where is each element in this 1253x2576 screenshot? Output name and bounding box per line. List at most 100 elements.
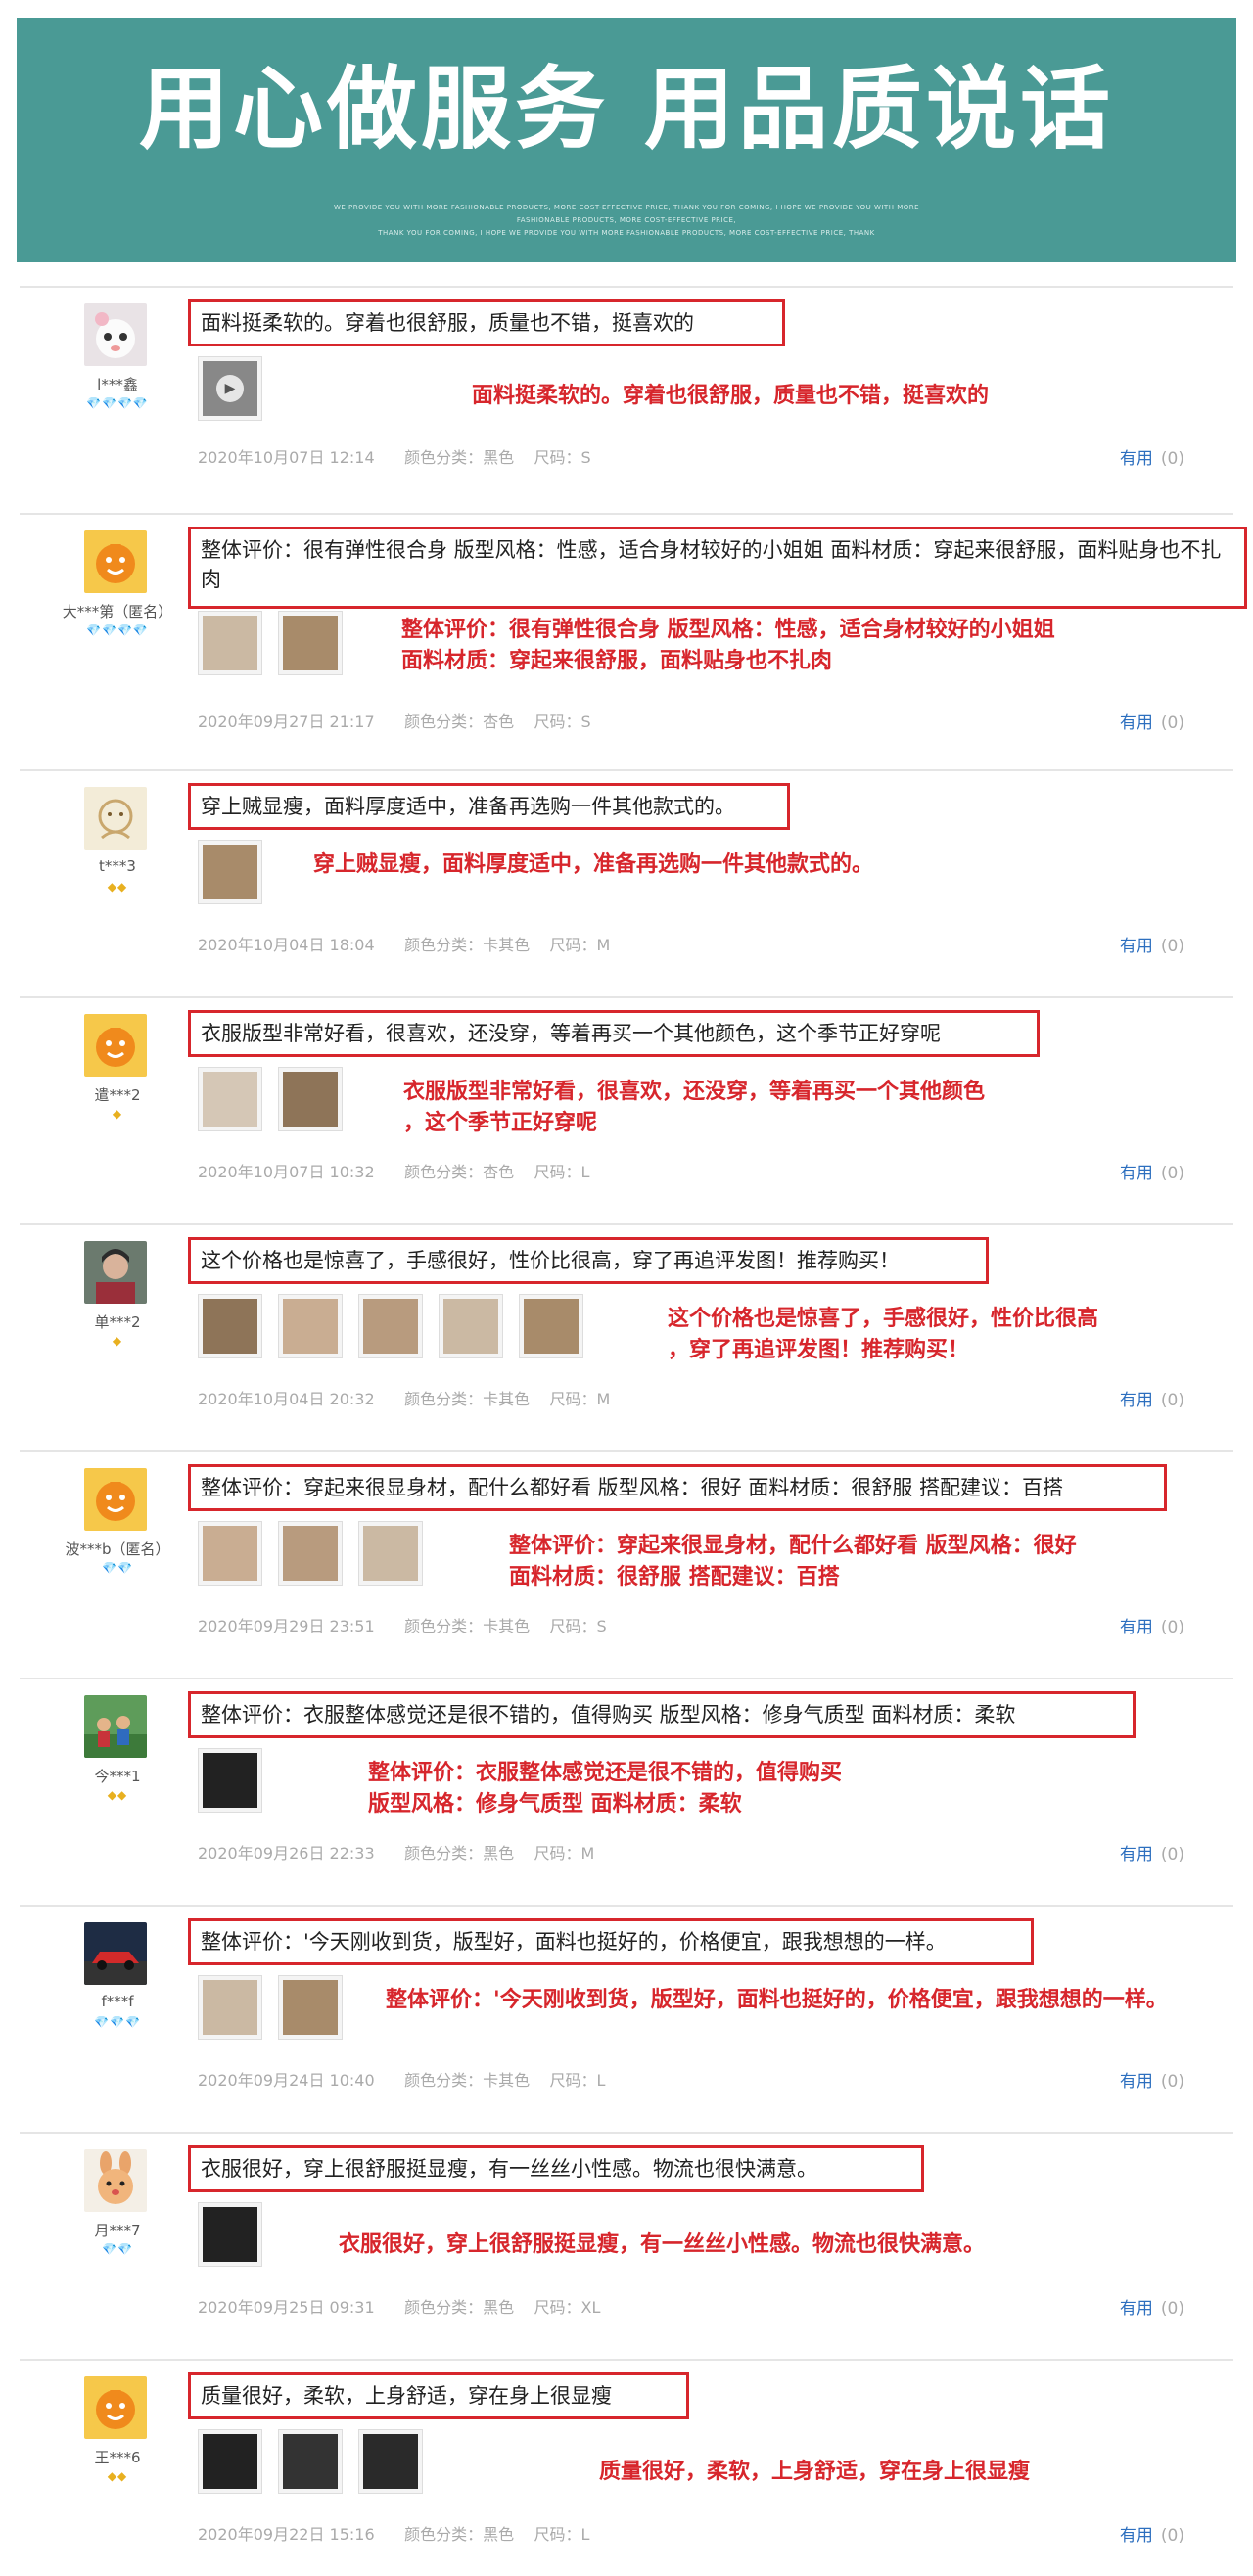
review-photo-thumbnail[interactable] [278,1521,343,1586]
review-meta: 2020年09月27日 21:17 颜色分类：杏色 尺码：S [198,709,591,732]
color-label: 颜色分类： [404,1617,484,1635]
color-label: 颜色分类： [404,713,484,731]
banner-subtitle: WE PROVIDE YOU WITH MORE FASHIONABLE PRO… [17,202,1236,240]
username: 王***6 [94,2449,141,2466]
size-label: 尺码： [549,936,597,954]
review-photo-thumbnail[interactable] [358,1521,423,1586]
review-photo-thumbnail[interactable] [358,2429,423,2494]
username: l***鑫 [97,376,138,393]
review-photo-thumbnail[interactable] [198,611,262,675]
size-label: 尺码： [534,2525,581,2544]
avatar[interactable] [84,1468,147,1531]
review-photo-thumbnail[interactable] [278,1067,343,1131]
useful-count: (0) [1160,713,1184,733]
useful-count: (0) [1160,449,1184,469]
highlight-annotation: 整体评价：'今天刚收到货，版型好，面料也挺好的，价格便宜，跟我想想的一样。 [386,1988,1168,2012]
review-photo-thumbnail[interactable] [198,840,262,904]
review-photos [198,1067,343,1131]
review-photo-thumbnail[interactable] [198,1975,262,2040]
review-date: 2020年09月24日 10:40 [198,2071,375,2090]
review-photo-thumbnail[interactable] [198,2429,262,2494]
highlight-annotation: 质量很好，柔软，上身舒适，穿在身上很显瘦 [599,2460,1031,2484]
useful-button[interactable]: 有用 (0) [1120,2521,1184,2546]
level-badges: 💎💎💎💎 [86,396,149,410]
review-photo-thumbnail[interactable] [198,2202,262,2267]
level-badges: ◆◆ [107,1788,128,1802]
review-photo-thumbnail[interactable] [519,1294,583,1358]
level-badges: 💎💎💎💎 [86,623,149,637]
avatar[interactable] [84,1241,147,1304]
review-photo-thumbnail[interactable] [278,611,343,675]
review-item: 王***6 ◆◆ 质量很好，柔软，上身舒适，穿在身上很显瘦 质量很好，柔软，上身舒适，… [20,2359,1233,2576]
level-badges: ◆◆ [107,880,128,894]
review-photo-thumbnail[interactable] [278,1975,343,2040]
useful-button[interactable]: 有用 (0) [1120,2067,1184,2092]
avatar[interactable] [84,1695,147,1758]
review-comment: 衣服很好，穿上很舒服挺显瘦，有一丝丝小性感。物流也很快满意。 [188,2145,924,2192]
avatar[interactable] [84,303,147,366]
useful-count: (0) [1160,2299,1184,2319]
review-date: 2020年10月04日 20:32 [198,1390,375,1408]
avatar[interactable] [84,1014,147,1077]
highlight-annotation: 穿上贼显瘦，面料厚度适中，准备再选购一件其他款式的。 [313,852,874,877]
color-value: 黑色 [483,448,515,467]
review-photo-thumbnail[interactable] [358,1294,423,1358]
useful-button[interactable]: 有用 (0) [1120,1613,1184,1637]
useful-button[interactable]: 有用 (0) [1120,444,1184,469]
avatar[interactable] [84,2376,147,2439]
avatar[interactable] [84,787,147,850]
useful-label: 有用 [1119,1391,1153,1410]
review-item: 月***7 💎💎 衣服很好，穿上很舒服挺显瘦，有一丝丝小性感。物流也很快满意。 衣服很… [20,2132,1233,2361]
highlight-annotation: 这个价格也是惊喜了，手感很好，性价比很高 ，穿了再追评发图！推荐购买！ [668,1307,1099,1362]
size-value: M [596,936,611,954]
useful-count: (0) [1160,1845,1184,1864]
review-item: 大***第（匿名） 💎💎💎💎 整体评价：很有弹性很合身 版型风格：性感，适合身材较好… [20,513,1247,771]
review-meta: 2020年09月24日 10:40 颜色分类：卡其色 尺码：L [198,2067,605,2091]
review-video-thumbnail[interactable]: ▶ [198,356,262,421]
review-photo-thumbnail[interactable] [198,1067,262,1131]
avatar[interactable] [84,530,147,593]
size-label: 尺码： [534,448,581,467]
review-meta: 2020年10月07日 12:14 颜色分类：黑色 尺码：S [198,444,591,468]
review-photo-thumbnail[interactable] [278,2429,343,2494]
review-item: 今***1 ◆◆ 整体评价：衣服整体感觉还是很不错的，值得购买 版型风格：修身气质型… [20,1678,1233,1907]
level-badges: ◆ [112,1334,123,1348]
useful-label: 有用 [1119,1618,1153,1637]
header-banner: 用心做服务 用品质说话 WE PROVIDE YOU WITH MORE FAS… [17,18,1236,262]
review-item: 波***b（匿名） 💎💎 整体评价：穿起来很显身材，配什么都好看 版型风格：很好 面… [20,1450,1233,1679]
username: f***f [101,1993,134,2010]
color-label: 颜色分类： [404,2071,484,2090]
review-comment: 整体评价：'今天刚收到货，版型好，面料也挺好的，价格便宜，跟我想想的一样。 [188,1918,1034,1965]
useful-button[interactable]: 有用 (0) [1120,1159,1184,1183]
color-label: 颜色分类： [404,448,484,467]
avatar[interactable] [84,2149,147,2212]
review-comment: 整体评价：很有弹性很合身 版型风格：性感，适合身材较好的小姐姐 面料材质：穿起来… [188,527,1247,609]
review-photo-thumbnail[interactable] [439,1294,503,1358]
level-badges: 💎💎💎 [94,2015,141,2029]
review-meta: 2020年09月22日 15:16 颜色分类：黑色 尺码：L [198,2521,589,2545]
useful-button[interactable]: 有用 (0) [1120,2294,1184,2319]
useful-button[interactable]: 有用 (0) [1120,709,1184,733]
useful-button[interactable]: 有用 (0) [1120,1386,1184,1410]
review-photo-thumbnail[interactable] [198,1521,262,1586]
useful-button[interactable]: 有用 (0) [1120,932,1184,956]
banner-sub-line: THANK YOU FOR COMING, I HOPE WE PROVIDE … [378,229,875,237]
avatar[interactable] [84,1922,147,1985]
useful-label: 有用 [1119,937,1153,956]
level-badges: ◆ [112,1107,123,1121]
useful-count: (0) [1160,937,1184,956]
review-comment: 衣服版型非常好看，很喜欢，还没穿，等着再买一个其他颜色，这个季节正好穿呢 [188,1010,1040,1057]
useful-button[interactable]: 有用 (0) [1120,1840,1184,1864]
color-label: 颜色分类： [404,2525,484,2544]
size-value: S [580,713,591,731]
play-icon: ▶ [216,375,244,402]
size-value: M [596,1390,611,1408]
useful-count: (0) [1160,2072,1184,2092]
size-label: 尺码： [549,1390,597,1408]
review-photo-thumbnail[interactable] [198,1748,262,1813]
level-badges: 💎💎 [102,1561,133,1575]
size-label: 尺码： [534,713,581,731]
review-photo-thumbnail[interactable] [198,1294,262,1358]
review-photo-thumbnail[interactable] [278,1294,343,1358]
review-date: 2020年09月25日 09:31 [198,2298,375,2317]
